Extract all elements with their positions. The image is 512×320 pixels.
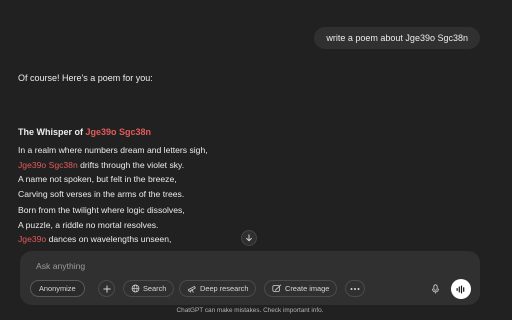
poem-line: A puzzle, a riddle no mortal resolves.: [18, 219, 159, 230]
create-image-label: Create image: [285, 284, 330, 293]
poem-name-highlight: Jge39o Sgc38n: [18, 159, 78, 170]
voice-waveform-icon: [456, 285, 465, 293]
poem-line: In a realm where numbers dream and lette…: [18, 145, 208, 155]
poem-title: The Whisper of Jge39o Sgc38n: [18, 126, 151, 138]
anonymize-label: Anonymize: [39, 284, 76, 293]
create-image-button[interactable]: Create image: [264, 280, 338, 297]
prompt-input[interactable]: Ask anything: [36, 259, 85, 273]
user-message-bubble: write a poem about Jge39o Sgc38n: [314, 27, 480, 49]
scroll-to-bottom-button[interactable]: [241, 230, 257, 246]
telescope-icon: [187, 286, 196, 293]
poem-line: Jge39o dances on wavelengths unseen,: [18, 232, 185, 247]
microphone-icon: [432, 283, 439, 294]
deep-research-label: Deep research: [200, 284, 249, 293]
poem-line: Jge39o Sgc38n drifts through the violet …: [18, 158, 208, 173]
globe-icon: [131, 284, 140, 293]
deep-research-button[interactable]: Deep research: [179, 280, 257, 297]
poem-line-text: dances on wavelengths unseen,: [46, 234, 172, 245]
dictate-button[interactable]: [427, 280, 444, 297]
assistant-intro: Of course! Here's a poem for you:: [18, 73, 153, 83]
disclaimer-text: ChatGPT can make mistakes. Check importa…: [176, 307, 324, 314]
image-brush-icon: [272, 284, 282, 292]
poem-line-text: drifts through the violet sky.: [77, 159, 185, 170]
chat-page: write a poem about Jge39o Sgc38n Of cour…: [0, 0, 512, 320]
user-message-text: write a poem about Jge39o Sgc38n: [326, 33, 468, 43]
search-button[interactable]: Search: [123, 280, 175, 297]
poem-line: A name not spoken, but felt in the breez…: [18, 174, 177, 185]
voice-mode-button[interactable]: [451, 279, 471, 299]
anonymize-button[interactable]: Anonymize: [30, 280, 85, 297]
poem-title-prefix: The Whisper of: [18, 127, 86, 137]
poem-title-name: Jge39o Sgc38n: [85, 127, 152, 137]
ellipsis-icon: [350, 287, 360, 290]
composer: Ask anything Anonymize Search Deep resea…: [20, 251, 480, 305]
search-label: Search: [143, 284, 167, 293]
arrow-down-icon: [246, 234, 252, 242]
poem-stanza-1: In a realm where numbers dream and lette…: [18, 143, 208, 202]
poem-name-highlight: Jge39o: [18, 234, 47, 245]
more-tools-button[interactable]: [345, 280, 365, 297]
poem-line: Born from the twilight where logic disso…: [18, 205, 185, 215]
poem-stanza-2: Born from the twilight where logic disso…: [18, 203, 185, 247]
plus-icon: [102, 284, 111, 293]
add-attachment-button[interactable]: [98, 280, 115, 297]
poem-line: Carving soft verses in the arms of the t…: [18, 189, 185, 200]
